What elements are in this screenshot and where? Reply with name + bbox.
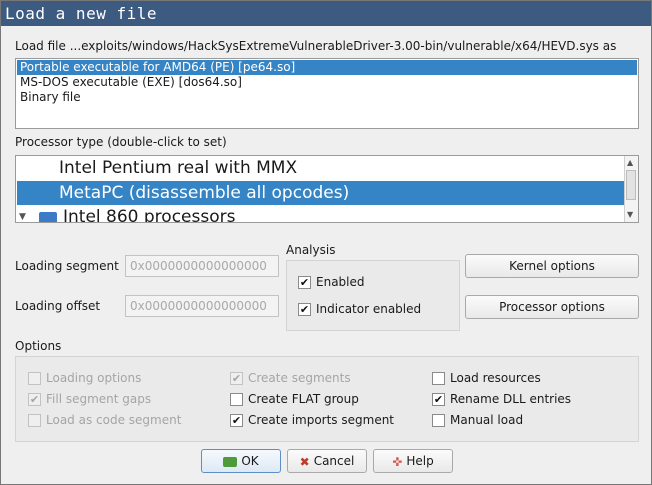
processor-type-label: Processor type (double-click to set) — [15, 135, 227, 149]
cancel-x-icon: ✖ — [299, 454, 310, 469]
create-flat-group-label[interactable]: Create FLAT group — [248, 392, 359, 406]
processor-item-metapc[interactable]: MetaPC (disassemble all opcodes) — [17, 181, 625, 205]
window-title: Load a new file — [5, 4, 157, 23]
format-item-dos64[interactable]: MS-DOS executable (EXE) [dos64.so] — [17, 75, 637, 90]
create-segments-checkbox[interactable]: ✔ — [230, 372, 243, 385]
create-flat-group-checkbox[interactable] — [230, 393, 243, 406]
scroll-up-icon[interactable]: ▲ — [627, 158, 633, 167]
loading-options-label[interactable]: Loading options — [46, 371, 141, 385]
ok-label: OK — [241, 454, 259, 468]
kernel-options-button[interactable]: Kernel options — [465, 254, 639, 278]
fill-segment-gaps-label[interactable]: Fill segment gaps — [46, 392, 151, 406]
scroll-down-icon[interactable]: ▼ — [627, 210, 633, 219]
create-imports-segment-label[interactable]: Create imports segment — [248, 413, 394, 427]
titlebar[interactable]: Load a new file — [1, 1, 651, 26]
file-format-list[interactable]: Portable executable for AMD64 (PE) [pe64… — [15, 58, 639, 129]
folder-icon — [39, 212, 57, 222]
ok-arrow-icon — [223, 456, 238, 467]
format-item-pe64[interactable]: Portable executable for AMD64 (PE) [pe64… — [17, 60, 637, 75]
manual-load-label[interactable]: Manual load — [450, 413, 523, 427]
create-imports-segment-checkbox[interactable]: ✔ — [230, 414, 243, 427]
rename-dll-entries-checkbox[interactable]: ✔ — [432, 393, 445, 406]
help-label: Help — [406, 454, 434, 468]
help-button[interactable]: ✜ Help — [373, 449, 453, 473]
load-as-code-segment-label[interactable]: Load as code segment — [46, 413, 181, 427]
enabled-checkbox[interactable]: ✔ — [298, 276, 311, 289]
ok-button[interactable]: OK — [201, 449, 281, 473]
enabled-label[interactable]: Enabled — [316, 275, 365, 289]
processor-item-i860[interactable]: ▼ Intel 860 processors — [17, 205, 625, 223]
loading-options-checkbox[interactable] — [28, 372, 41, 385]
analysis-label: Analysis — [286, 243, 336, 257]
rename-dll-entries-label[interactable]: Rename DLL entries — [450, 392, 571, 406]
cancel-label: Cancel — [313, 454, 355, 468]
tree-expand-icon[interactable]: ▼ — [19, 205, 26, 222]
loading-offset-label: Loading offset — [15, 299, 101, 313]
fill-segment-gaps-checkbox[interactable]: ✔ — [28, 393, 41, 406]
analysis-group — [286, 260, 460, 331]
indicator-enabled-checkbox[interactable]: ✔ — [298, 303, 311, 316]
load-resources-checkbox[interactable] — [432, 372, 445, 385]
load-file-label: Load file ...exploits/windows/HackSysExt… — [15, 39, 617, 53]
help-lifebuoy-icon: ✜ — [392, 454, 403, 469]
cancel-button[interactable]: ✖ Cancel — [287, 449, 367, 473]
load-resources-label[interactable]: Load resources — [450, 371, 541, 385]
create-segments-label[interactable]: Create segments — [248, 371, 351, 385]
options-label: Options — [15, 339, 62, 353]
processor-scrollbar[interactable]: ▲ ▼ — [624, 156, 638, 222]
processor-tree[interactable]: Intel Pentium real with MMX MetaPC (disa… — [15, 155, 639, 223]
manual-load-checkbox[interactable] — [432, 414, 445, 427]
load-as-code-segment-checkbox[interactable] — [28, 414, 41, 427]
loading-segment-label: Loading segment — [15, 259, 119, 273]
indicator-enabled-label[interactable]: Indicator enabled — [316, 302, 421, 316]
processor-item-label: Intel 860 processors — [63, 207, 236, 223]
processor-options-button[interactable]: Processor options — [465, 295, 639, 319]
scroll-thumb[interactable] — [626, 170, 636, 200]
processor-item-pentium-mmx[interactable]: Intel Pentium real with MMX — [17, 156, 625, 180]
load-file-dialog: Load a new file Load file ...exploits/wi… — [0, 0, 652, 485]
loading-offset-input[interactable]: 0x0000000000000000 — [125, 295, 279, 317]
format-item-binary[interactable]: Binary file — [17, 90, 637, 105]
loading-segment-input[interactable]: 0x0000000000000000 — [125, 255, 279, 277]
